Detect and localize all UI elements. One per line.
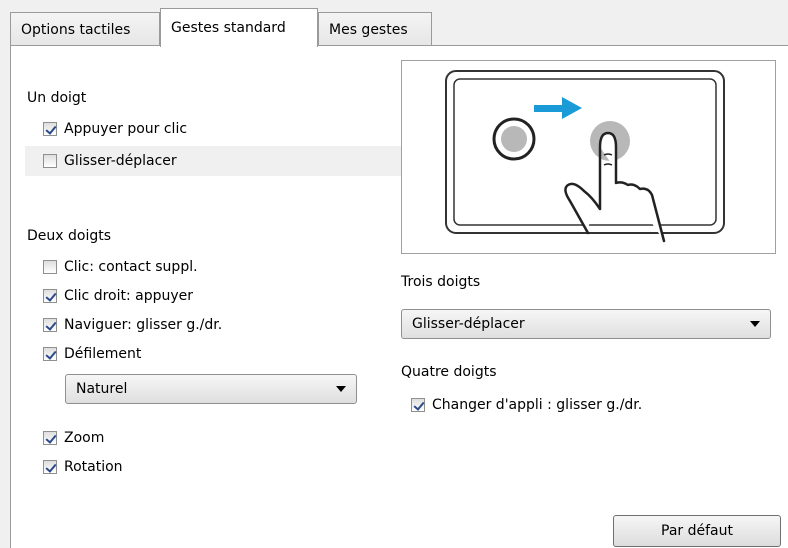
tab-bar: Options tactiles Gestes standard Mes ges… <box>0 0 788 47</box>
checkbox-zoom[interactable]: Zoom <box>43 426 104 450</box>
checkbox-icon[interactable] <box>43 289 57 303</box>
checkbox-right-click[interactable]: Clic droit: appuyer <box>43 284 193 308</box>
checkbox-label: Changer d'appli : glisser g./dr. <box>432 397 643 413</box>
finger-tap-drag-icon <box>445 70 725 243</box>
checkbox-label: Naviguer: glisser g./dr. <box>64 317 223 333</box>
button-label: Par défaut <box>661 523 733 539</box>
checkbox-switch-app[interactable]: Changer d'appli : glisser g./dr. <box>411 393 642 417</box>
tab-label: Gestes standard <box>171 20 286 36</box>
section-title-four-fingers: Quatre doigts <box>401 364 497 380</box>
checkbox-label: Appuyer pour clic <box>64 121 188 137</box>
tab-panel: Un doigt Appuyer pour clic Glisser-dépla… <box>10 46 788 548</box>
checkbox-icon[interactable] <box>43 154 57 168</box>
tab-gestes-standard[interactable]: Gestes standard <box>160 8 318 47</box>
checkbox-two-finger-click[interactable]: Clic: contact suppl. <box>43 255 198 279</box>
checkbox-label: Clic droit: appuyer <box>64 288 194 304</box>
checkbox-icon[interactable] <box>411 398 425 412</box>
checkbox-drag[interactable]: Glisser-déplacer <box>43 149 177 173</box>
section-title-three-fingers: Trois doigts <box>401 274 481 290</box>
checkbox-navigate[interactable]: Naviguer: glisser g./dr. <box>43 313 222 337</box>
chevron-down-icon <box>336 386 346 392</box>
default-button[interactable]: Par défaut <box>613 515 781 547</box>
tab-label: Options tactiles <box>21 22 131 38</box>
section-title-one-finger: Un doigt <box>27 90 87 106</box>
checkbox-scroll[interactable]: Défilement <box>43 342 141 366</box>
checkbox-icon[interactable] <box>43 431 57 445</box>
checkbox-label: Glisser-déplacer <box>64 153 177 169</box>
checkbox-tap-to-click[interactable]: Appuyer pour clic <box>43 117 187 141</box>
checkbox-label: Clic: contact suppl. <box>64 259 198 275</box>
tab-label: Mes gestes <box>329 22 408 38</box>
checkbox-icon[interactable] <box>43 460 57 474</box>
tab-options-tactiles[interactable]: Options tactiles <box>10 12 160 46</box>
select-value: Glisser-déplacer <box>412 316 525 332</box>
scroll-direction-select[interactable]: Naturel <box>65 374 357 404</box>
checkbox-icon[interactable] <box>43 260 57 274</box>
checkbox-icon[interactable] <box>43 318 57 332</box>
select-value: Naturel <box>76 381 128 397</box>
section-title-two-fingers: Deux doigts <box>27 228 112 244</box>
tab-divider <box>10 45 788 46</box>
chevron-down-icon <box>750 321 760 327</box>
checkbox-label: Zoom <box>64 430 105 446</box>
checkbox-icon[interactable] <box>43 347 57 361</box>
checkbox-label: Défilement <box>64 346 142 362</box>
checkbox-icon[interactable] <box>43 122 57 136</box>
three-finger-select[interactable]: Glisser-déplacer <box>401 309 771 339</box>
tab-mes-gestes[interactable]: Mes gestes <box>318 12 432 46</box>
checkbox-label: Rotation <box>64 459 123 475</box>
gesture-preview <box>401 60 776 254</box>
checkbox-rotation[interactable]: Rotation <box>43 455 123 479</box>
